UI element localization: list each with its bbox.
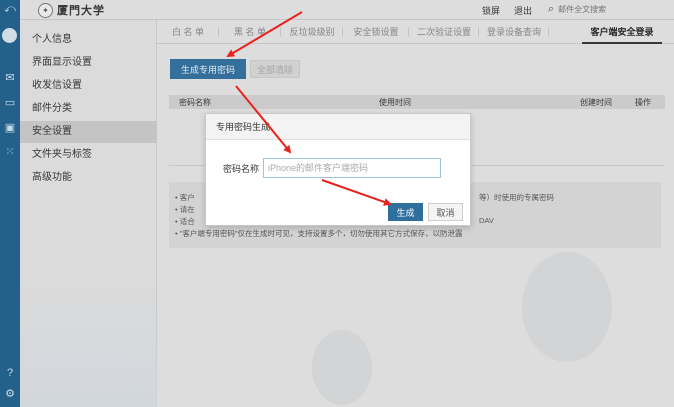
dialog-title: 专用密码生成 bbox=[206, 114, 470, 140]
password-generate-dialog: 专用密码生成 密码名称 生成 取消 bbox=[205, 113, 471, 226]
password-name-label: 密码名称 bbox=[223, 164, 260, 174]
dialog-cancel-button[interactable]: 取消 bbox=[428, 203, 463, 221]
password-name-input[interactable] bbox=[263, 158, 441, 178]
dialog-generate-button[interactable]: 生成 bbox=[388, 203, 423, 221]
